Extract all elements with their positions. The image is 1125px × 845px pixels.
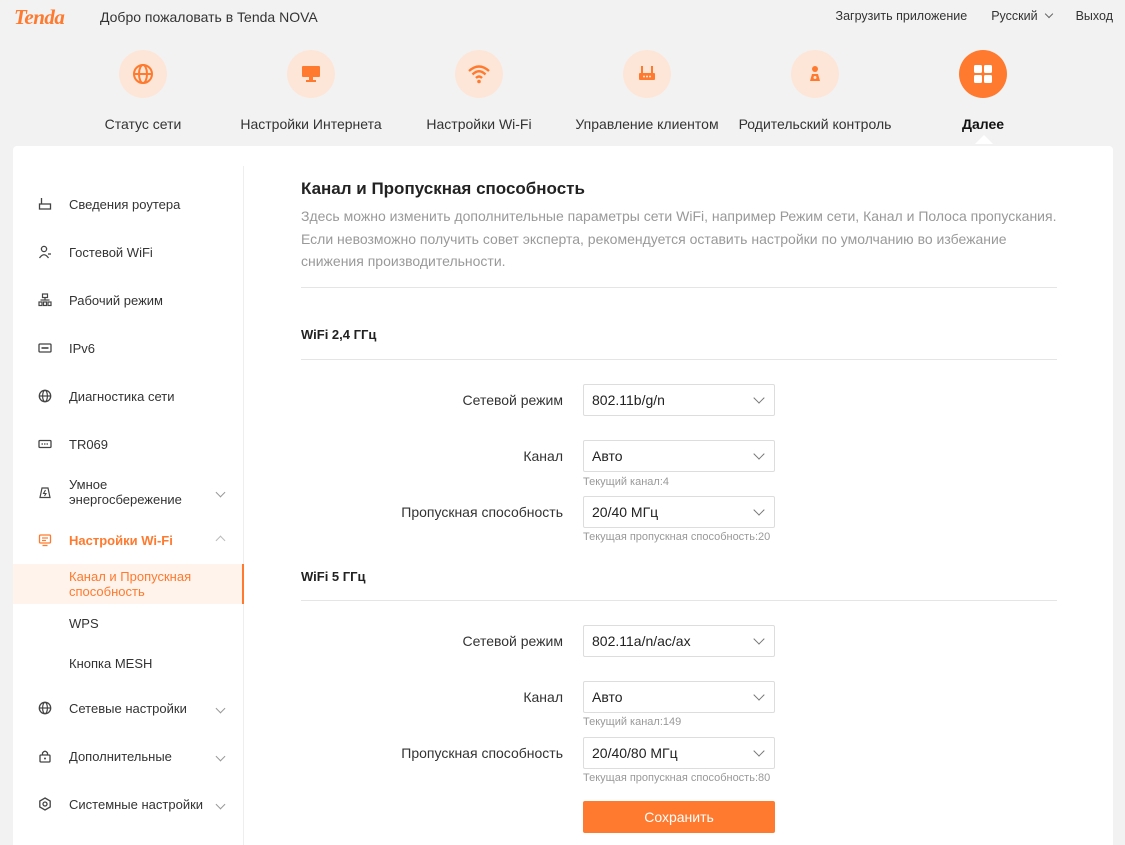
globe-icon (37, 388, 53, 404)
chevron-down-icon (753, 689, 765, 701)
select-value: Авто (592, 689, 623, 705)
sidebar-subitem-channel-bandwidth[interactable]: Канал и Пропускная способность (13, 564, 244, 604)
wifi5-channel-hint: Текущий канал:149 (583, 716, 682, 728)
wifi5-bandwidth-select[interactable]: 20/40/80 МГц (583, 737, 775, 769)
nav-wifi-settings[interactable]: Настройки Wi-Fi (419, 50, 539, 132)
grid-icon (959, 50, 1007, 98)
sidebar-item-tr069[interactable]: TR069 (13, 436, 244, 452)
sidebar-subitem-wps[interactable]: WPS (13, 616, 244, 632)
wifi5-channel-select[interactable]: Авто (583, 681, 775, 713)
sidebar-item-wifi-settings[interactable]: Настройки Wi-Fi (13, 532, 244, 548)
globe-icon (119, 50, 167, 98)
divider (301, 287, 1057, 288)
sidebar-subitem-mesh-button[interactable]: Кнопка MESH (13, 656, 244, 672)
monitor-icon (287, 50, 335, 98)
nav-client-management[interactable]: Управление клиентом (572, 50, 722, 132)
globe-icon (37, 700, 53, 716)
logout-link[interactable]: Выход (1076, 9, 1113, 23)
section-title-wifi5: WiFi 5 ГГц (301, 569, 366, 584)
wifi-settings-icon (37, 532, 53, 548)
parental-icon (791, 50, 839, 98)
router-info-icon (37, 196, 53, 212)
ipv6-icon (37, 340, 53, 356)
wifi5-mode-select[interactable]: 802.11a/n/ac/ax (583, 625, 775, 657)
sidebar-item-advanced[interactable]: Дополнительные (13, 748, 244, 764)
gear-icon (37, 796, 53, 812)
sidebar-item-system-settings[interactable]: Системные настройки (13, 796, 244, 812)
sidebar: Сведения роутера Гостевой WiFi Рабочий р… (13, 166, 244, 845)
wifi5-mode-label: Сетевой режим (462, 633, 563, 649)
sidebar-item-router-info[interactable]: Сведения роутера (13, 196, 244, 212)
chevron-down-icon (215, 703, 226, 713)
wifi24-channel-hint: Текущий канал:4 (583, 476, 670, 488)
wifi24-channel-label: Канал (523, 448, 563, 464)
content-card: Сведения роутера Гостевой WiFi Рабочий р… (13, 146, 1113, 845)
section-title-wifi24: WiFi 2,4 ГГц (301, 327, 377, 342)
nav-more[interactable]: Далее (933, 50, 1033, 132)
sidebar-item-ipv6[interactable]: IPv6 (13, 340, 244, 356)
sidebar-item-smart-energy[interactable]: Умное энергосбережение (13, 476, 244, 508)
chevron-down-icon (753, 633, 765, 645)
chevron-down-icon (753, 448, 765, 460)
select-value: 20/40/80 МГц (592, 745, 678, 761)
select-value: Авто (592, 448, 623, 464)
chevron-down-icon (1044, 9, 1053, 19)
chevron-down-icon (753, 504, 765, 516)
guest-icon (37, 244, 53, 260)
download-app-link[interactable]: Загрузить приложение (836, 9, 968, 23)
wifi24-bandwidth-label: Пропускная способность (401, 504, 563, 520)
wifi5-channel-label: Канал (523, 689, 563, 705)
tenda-logo[interactable]: Tenda (14, 5, 65, 30)
wifi24-channel-select[interactable]: Авто (583, 440, 775, 472)
wifi5-bandwidth-hint: Текущая пропускная способность:80 (583, 772, 771, 784)
energy-icon (37, 484, 53, 500)
chevron-down-icon (215, 751, 226, 761)
wifi24-mode-label: Сетевой режим (462, 392, 563, 408)
nav-parental-control[interactable]: Родительский контроль (735, 50, 895, 132)
router-icon (623, 50, 671, 98)
page-description: Здесь можно изменить дополнительные пара… (301, 208, 1057, 269)
wifi24-bandwidth-hint: Текущая пропускная способность:20 (583, 531, 771, 543)
nav-label: Родительский контроль (738, 116, 892, 132)
sidebar-item-network-diagnostics[interactable]: Диагностика сети (13, 388, 244, 404)
select-value: 20/40 МГц (592, 504, 659, 520)
wifi-icon (455, 50, 503, 98)
language-label: Русский (991, 9, 1038, 23)
lock-icon (37, 748, 53, 764)
chevron-down-icon (215, 799, 226, 809)
nav-label: Настройки Интернета (240, 116, 382, 132)
chevron-down-icon (215, 487, 226, 497)
top-bar: Tenda Добро пожаловать в Tenda NOVA Загр… (0, 0, 1125, 34)
active-nav-pointer (975, 135, 993, 144)
sidebar-item-work-mode[interactable]: Рабочий режим (13, 292, 244, 308)
nav-label: Далее (961, 116, 1005, 132)
nav-internet-settings[interactable]: Настройки Интернета (236, 50, 386, 132)
select-value: 802.11a/n/ac/ax (592, 633, 691, 649)
sidebar-item-guest-wifi[interactable]: Гостевой WiFi (13, 244, 244, 260)
nav-label: Статус сети (104, 116, 182, 132)
wifi24-bandwidth-select[interactable]: 20/40 МГц (583, 496, 775, 528)
wifi5-bandwidth-label: Пропускная способность (401, 745, 563, 761)
nav-label: Настройки Wi-Fi (426, 116, 532, 132)
tr069-icon (37, 436, 53, 452)
topology-icon (37, 292, 53, 308)
main-nav: Статус сети Настройки Интернета Настройк… (0, 50, 1125, 140)
chevron-up-icon (215, 535, 226, 545)
select-value: 802.11b/g/n (592, 392, 665, 408)
page-title: Канал и Пропускная способность (301, 179, 585, 198)
chevron-down-icon (753, 392, 765, 404)
divider (301, 359, 1057, 360)
chevron-down-icon (753, 745, 765, 757)
sidebar-item-network-settings[interactable]: Сетевые настройки (13, 700, 244, 716)
nav-network-status[interactable]: Статус сети (93, 50, 193, 132)
language-select[interactable]: Русский (991, 9, 1053, 23)
wifi24-mode-select[interactable]: 802.11b/g/n (583, 384, 775, 416)
nav-label: Управление клиентом (575, 116, 719, 132)
divider (301, 600, 1057, 601)
welcome-text: Добро пожаловать в Tenda NOVA (100, 9, 318, 25)
save-button[interactable]: Сохранить (583, 801, 775, 833)
